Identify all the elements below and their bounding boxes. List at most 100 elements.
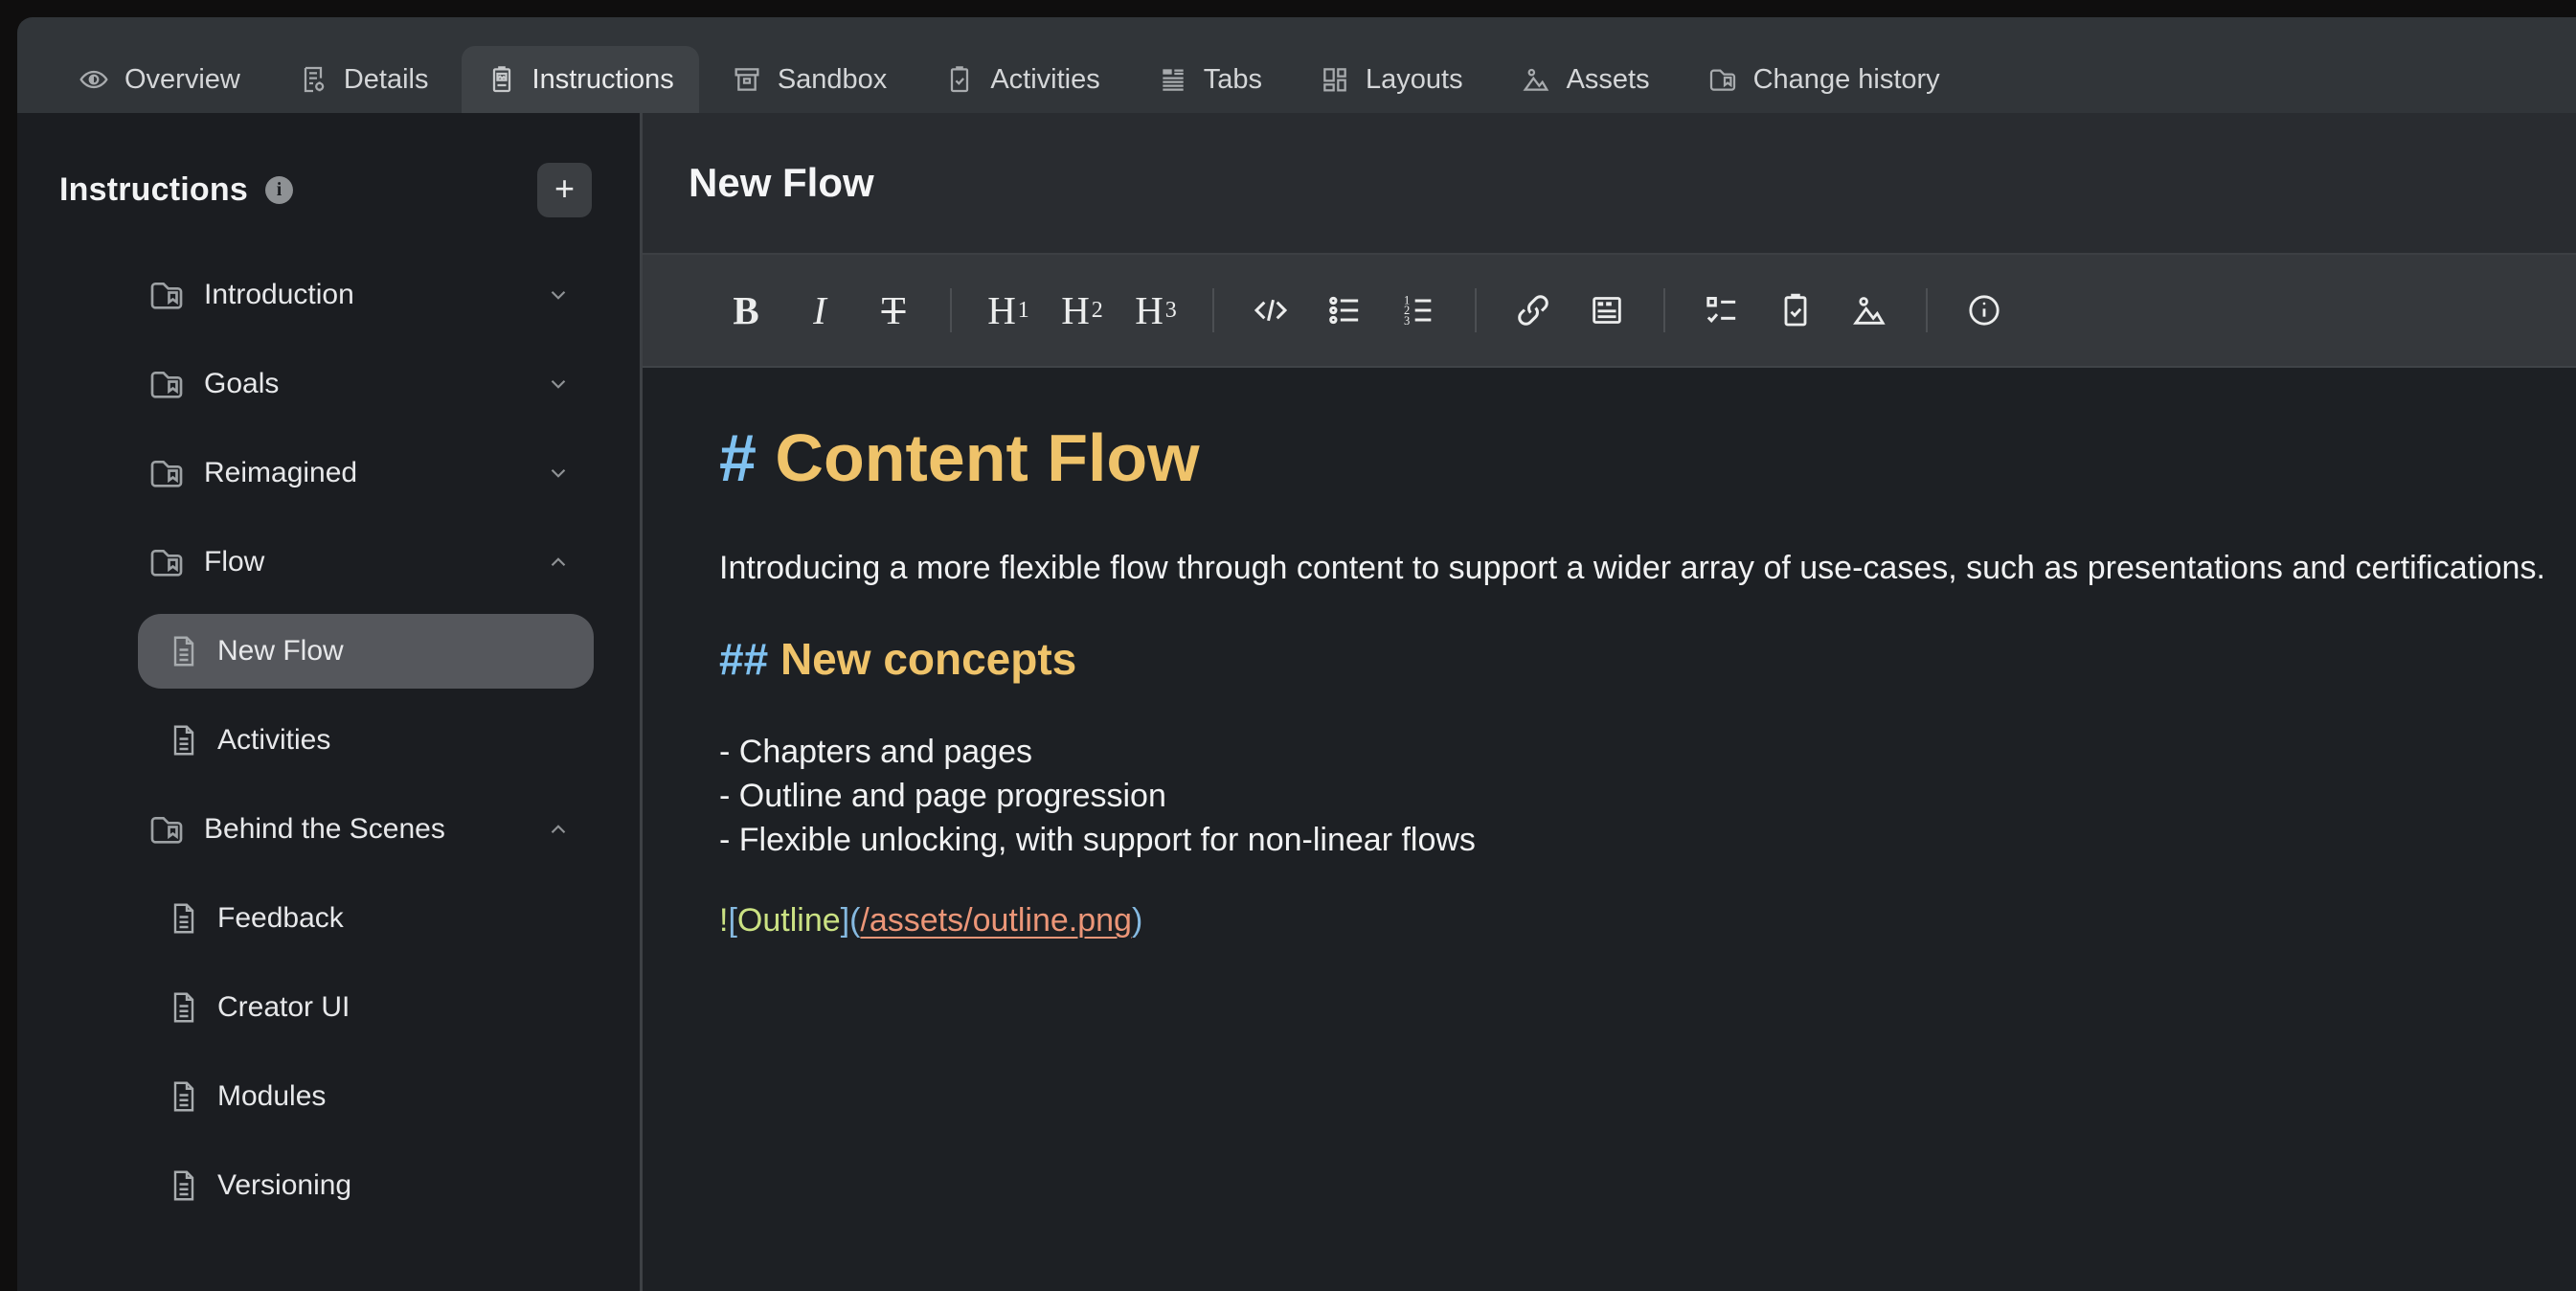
md-heading-text: Content Flow [775, 420, 1199, 495]
toolbar-divider [1212, 288, 1214, 332]
tree-page-feedback[interactable]: Feedback [138, 881, 594, 956]
md-bracket-open: [ [728, 902, 736, 939]
page-icon [167, 1076, 201, 1117]
tab-sandbox[interactable]: Sandbox [707, 46, 913, 113]
bullet-list-button[interactable] [1323, 284, 1366, 336]
info-icon[interactable]: i [265, 176, 293, 204]
strikethrough-button[interactable]: T [872, 284, 915, 336]
tree-page-new-flow[interactable]: New Flow [138, 614, 594, 689]
layout-grid-icon [1320, 64, 1350, 95]
tab-assets[interactable]: Assets [1496, 46, 1675, 113]
tree-item-label: Flow [204, 546, 264, 578]
tree-item-label: Introduction [204, 279, 354, 311]
table-button[interactable] [1586, 284, 1628, 336]
tab-label: Assets [1567, 64, 1650, 96]
tab-activities[interactable]: Activities [919, 46, 1124, 113]
tab-label: Sandbox [778, 64, 888, 96]
add-page-button[interactable]: + [537, 163, 592, 217]
heading3-sup: 3 [1165, 299, 1177, 322]
table-icon [1588, 291, 1626, 329]
md-paren-open: ( [849, 902, 860, 939]
tab-tabs[interactable]: Tabs [1133, 46, 1287, 113]
md-list: - Chapters and pages - Outline and page … [719, 730, 2538, 862]
tree-folder-reimagined[interactable]: Reimagined [138, 436, 594, 510]
heading-glyph: H [987, 291, 1016, 330]
svg-text:3: 3 [1404, 314, 1410, 328]
md-paren-close: ) [1132, 902, 1142, 939]
chevron-up-icon[interactable] [546, 817, 571, 842]
heading1-button[interactable]: H1 [987, 284, 1029, 336]
tree-folder-introduction[interactable]: Introduction [138, 258, 594, 332]
ordered-list-icon: 1 2 3 [1399, 291, 1437, 329]
italic-button[interactable]: I [799, 284, 841, 336]
archive-box-icon [732, 64, 762, 95]
tree-folder-flow[interactable]: Flow [138, 525, 594, 600]
code-icon [1252, 291, 1290, 329]
clipboard-check-icon [1776, 291, 1815, 329]
image-icon [1850, 291, 1888, 329]
tree-page-activities[interactable]: Activities [138, 703, 594, 778]
md-image-url[interactable]: /assets/outline.png [860, 902, 1132, 939]
tab-details[interactable]: Details [273, 46, 454, 113]
document-gear-icon [298, 64, 328, 95]
tab-change-history[interactable]: Change history [1683, 46, 1965, 113]
page-icon [167, 987, 201, 1028]
bullet-list-icon [1325, 291, 1364, 329]
tab-label: Change history [1753, 64, 1940, 96]
tree-folder-goals[interactable]: Goals [138, 347, 594, 421]
md-bracket-close: ] [841, 902, 849, 939]
heading2-button[interactable]: H2 [1061, 284, 1103, 336]
tab-overview[interactable]: Overview [54, 46, 265, 113]
tree-item-label: Creator UI [217, 991, 350, 1024]
heading2-sup: 2 [1092, 299, 1103, 322]
page-icon [167, 1166, 201, 1206]
eye-icon [79, 64, 109, 95]
instructions-tree: Introduction Goals [17, 258, 640, 1237]
tab-label: Instructions [532, 64, 674, 96]
folder-bookmark-icon [146, 810, 188, 849]
tab-label: Activities [990, 64, 1099, 96]
md-paragraph: Introducing a more flexible flow through… [719, 546, 2538, 590]
info-button[interactable] [1963, 284, 2005, 336]
tab-label: Tabs [1204, 64, 1262, 96]
tree-page-modules[interactable]: Modules [138, 1059, 594, 1134]
info-icon [1965, 291, 2003, 329]
ordered-list-button[interactable]: 1 2 3 [1397, 284, 1439, 336]
folder-bookmark-icon [146, 454, 188, 492]
toolbar-divider [950, 288, 952, 332]
tree-folder-behind-the-scenes[interactable]: Behind the Scenes [138, 792, 594, 867]
tree-page-versioning[interactable]: Versioning [138, 1148, 594, 1223]
markdown-editor[interactable]: # Content Flow Introducing a more flexib… [643, 368, 2576, 1291]
heading-glyph: H [1061, 291, 1090, 330]
sidebar-header: Instructions i + [17, 113, 640, 217]
chevron-up-icon[interactable] [546, 550, 571, 575]
page-icon [167, 898, 201, 939]
toolbar-divider [1475, 288, 1477, 332]
md-list-item: - Flexible unlocking, with support for n… [719, 818, 2538, 862]
rows-icon [1158, 64, 1188, 95]
tree-item-label: Feedback [217, 902, 344, 935]
heading3-button[interactable]: H3 [1135, 284, 1177, 336]
task-list-button[interactable] [1701, 284, 1743, 336]
document-header: New Flow [643, 113, 2576, 255]
tree-item-label: Versioning [217, 1169, 351, 1202]
code-button[interactable] [1250, 284, 1292, 336]
bold-button[interactable]: B [725, 284, 767, 336]
link-button[interactable] [1512, 284, 1554, 336]
chevron-down-icon[interactable] [546, 283, 571, 307]
page-icon [167, 720, 201, 760]
tree-page-creator-ui[interactable]: Creator UI [138, 970, 594, 1045]
clipboard-check-button[interactable] [1774, 284, 1817, 336]
sidebar-title: Instructions [59, 171, 248, 209]
instructions-sidebar: Instructions i + Introduction [17, 113, 643, 1291]
tab-label: Overview [124, 64, 240, 96]
md-image-line: ![Outline](/assets/outline.png) [719, 902, 2538, 940]
tab-instructions[interactable]: Instructions [462, 46, 699, 113]
md-heading-1: # Content Flow [719, 416, 2538, 500]
md-hash: ## [719, 634, 768, 684]
image-button[interactable] [1848, 284, 1890, 336]
chevron-down-icon[interactable] [546, 461, 571, 486]
chevron-down-icon[interactable] [546, 372, 571, 396]
tab-label: Details [344, 64, 429, 96]
tab-layouts[interactable]: Layouts [1295, 46, 1488, 113]
